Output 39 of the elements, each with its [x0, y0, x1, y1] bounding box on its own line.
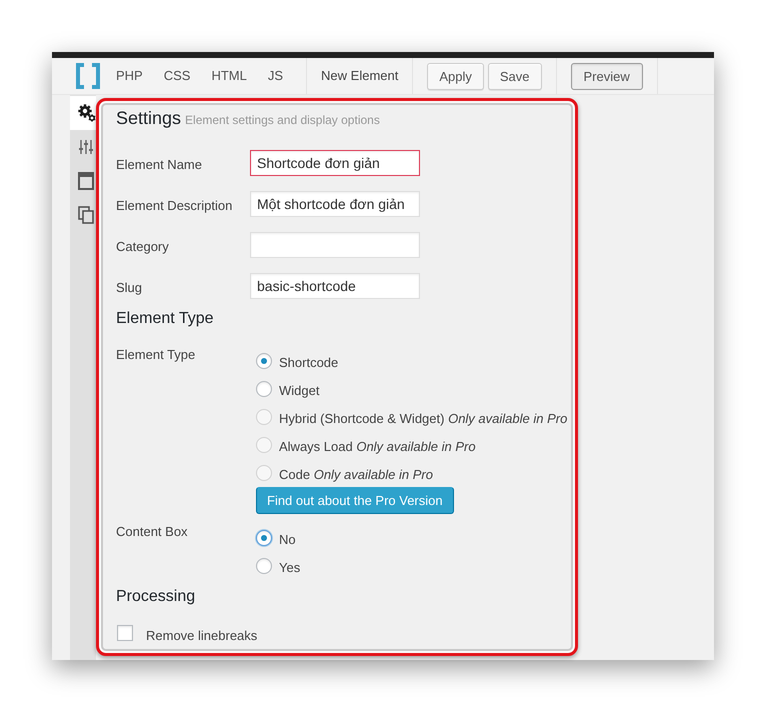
text-field[interactable]: Shortcode đơn giản — [250, 150, 420, 176]
sidebar-tab[interactable] — [70, 96, 96, 130]
option-label: Widget — [279, 382, 320, 400]
toolbar-button[interactable]: Save — [488, 62, 542, 90]
panel-title: Settings — [116, 108, 182, 128]
field-label: Category — [116, 238, 170, 256]
sliders-icon — [78, 139, 94, 155]
field-label: Element Name — [116, 156, 203, 174]
toggle-button[interactable]: Preview — [570, 62, 643, 90]
toolbar-button[interactable]: Apply — [427, 62, 484, 90]
toolbar-tab[interactable]: PHP — [116, 65, 143, 87]
toolbar-tab[interactable]: JS — [268, 65, 284, 87]
toolbar-tab[interactable]: CSS — [164, 65, 190, 87]
option-label: Code Only available in Pro — [279, 466, 433, 484]
radio-button[interactable] — [256, 381, 272, 397]
checkbox[interactable] — [117, 625, 133, 642]
text-field[interactable]: basic-shortcode — [250, 273, 420, 299]
settings-icon — [78, 104, 96, 122]
panel-subtitle: Element settings and display options — [185, 113, 380, 127]
section-heading: Processing — [116, 587, 196, 607]
toolbar-tab[interactable]: HTML — [211, 65, 247, 87]
field-label: Slug — [116, 278, 144, 297]
section-heading: Element Type — [116, 309, 214, 329]
radio-button[interactable] — [256, 353, 272, 369]
field-label: Content Box — [116, 524, 189, 541]
option-label: Hybrid (Shortcode & Widget) Only available in Pro — [279, 410, 568, 428]
option-label: No — [279, 530, 296, 549]
element-title: New Element — [321, 67, 398, 86]
field-label: Element Type — [116, 347, 196, 364]
option-label: Always Load Only available in Pro — [279, 438, 476, 456]
field-label: Element Description — [116, 196, 234, 215]
radio-button[interactable] — [256, 558, 272, 574]
text-field[interactable] — [250, 232, 420, 258]
option-label: Shortcode — [279, 354, 338, 372]
option-label: Yes — [279, 558, 300, 577]
window-icon — [78, 172, 94, 190]
text-field[interactable]: Một shortcode đơn giản — [250, 191, 420, 217]
checkbox-label: Remove linebreaks — [146, 627, 258, 645]
logo-icon — [75, 63, 101, 89]
